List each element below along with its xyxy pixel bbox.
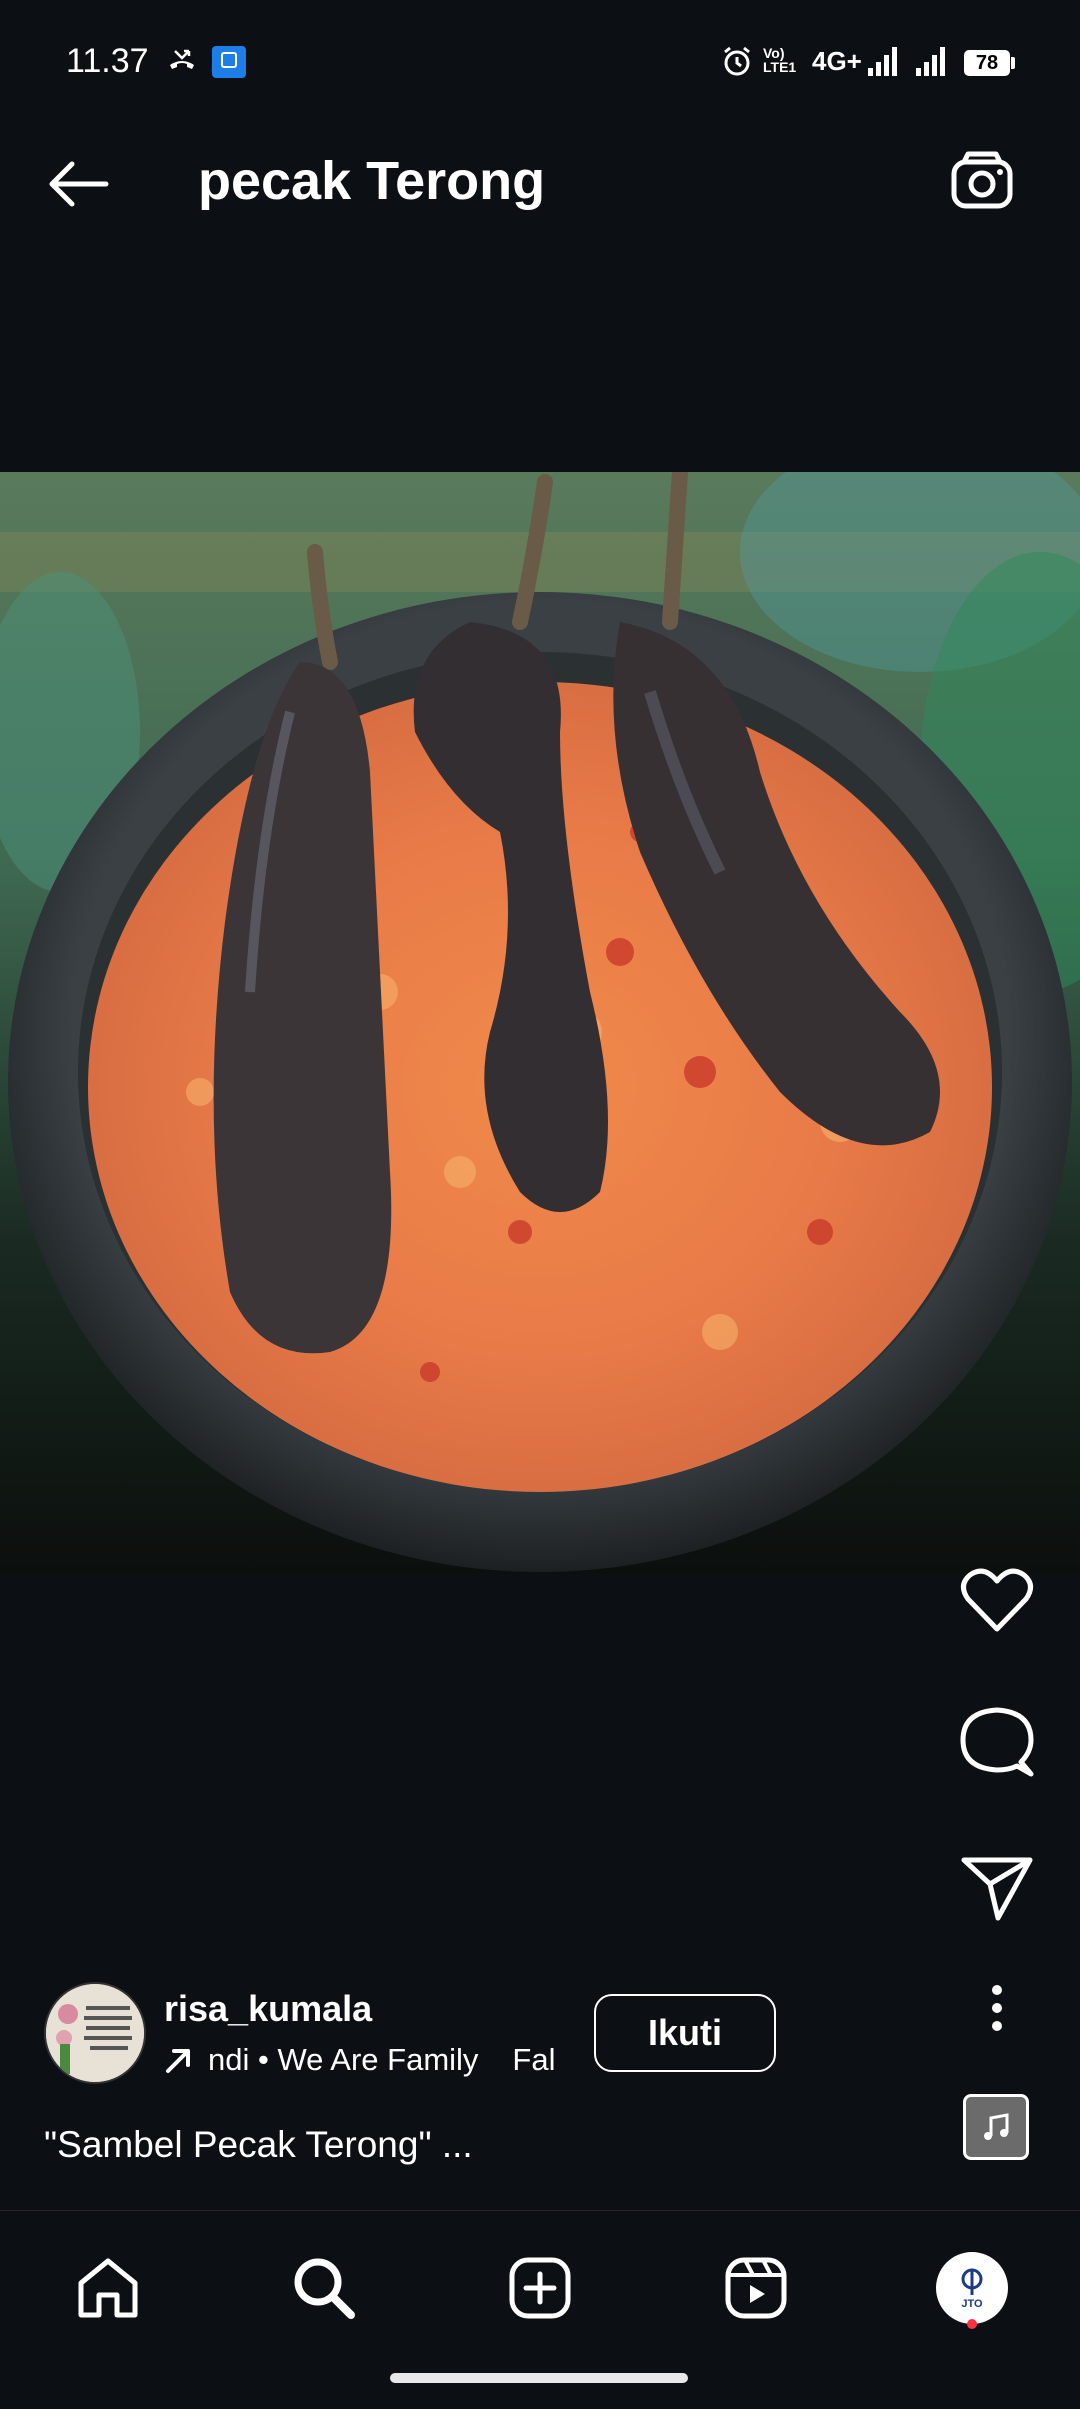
missed-call-icon [170, 49, 194, 69]
comment-icon [960, 1707, 1034, 1777]
create-icon [509, 2257, 571, 2319]
post-media[interactable] [0, 472, 1080, 1574]
alarm-icon [724, 46, 750, 76]
camera-icon [951, 151, 1013, 209]
reels-icon [725, 2257, 787, 2319]
signal-icon-1 [868, 47, 897, 76]
food-photo [0, 472, 1080, 1574]
nav-reels[interactable] [708, 2240, 804, 2336]
home-icon [78, 2258, 138, 2318]
more-button[interactable] [957, 1968, 1037, 2048]
music-text-tail: Fal [512, 2042, 556, 2077]
follow-button[interactable]: Ikuti [594, 1994, 776, 2072]
heart-icon [961, 1568, 1033, 1632]
nav-home[interactable] [60, 2240, 156, 2336]
arrow-up-right-icon [166, 2049, 190, 2073]
camera-button[interactable] [950, 150, 1030, 222]
nav-create[interactable] [492, 2240, 588, 2336]
caption[interactable]: "Sambel Pecak Terong" ... [44, 2124, 473, 2166]
share-button[interactable] [957, 1848, 1037, 1928]
music-note-icon [984, 2113, 1009, 2140]
music-thumbnail[interactable] [963, 2094, 1029, 2160]
battery-icon: 78 [964, 50, 1010, 76]
profile-icon: JTO [936, 2252, 1008, 2324]
music-row[interactable]: ndi • We Are Family Fal [164, 2042, 568, 2078]
volte-indicator: Vo) LTE1 [763, 45, 797, 75]
status-time: 11.37 [66, 42, 149, 80]
notification-dot [967, 2319, 977, 2329]
avatar-image [46, 1984, 144, 2082]
back-button[interactable] [36, 152, 120, 216]
music-text: ndi • We Are Family [208, 2042, 479, 2077]
home-indicator[interactable] [390, 2373, 688, 2383]
arrow-left-icon [49, 161, 109, 207]
app-notification-icon [212, 46, 246, 78]
more-icon [992, 1985, 1002, 2031]
signal-icon-2 [916, 47, 945, 76]
battery-level: 78 [975, 52, 999, 74]
profile-label: JTO [961, 2297, 983, 2310]
avatar[interactable] [44, 1982, 146, 2084]
username[interactable]: risa_kumala [164, 1988, 372, 2030]
network-type: 4G+ [812, 46, 862, 76]
jto-logo [961, 2268, 983, 2295]
nav-search[interactable] [276, 2240, 372, 2336]
comment-button[interactable] [957, 1702, 1037, 1782]
share-icon [961, 1857, 1033, 1921]
search-icon [294, 2258, 355, 2319]
battery-tip [1011, 57, 1015, 69]
like-button[interactable] [957, 1560, 1037, 1640]
page-title: pecak Terong [198, 151, 546, 211]
